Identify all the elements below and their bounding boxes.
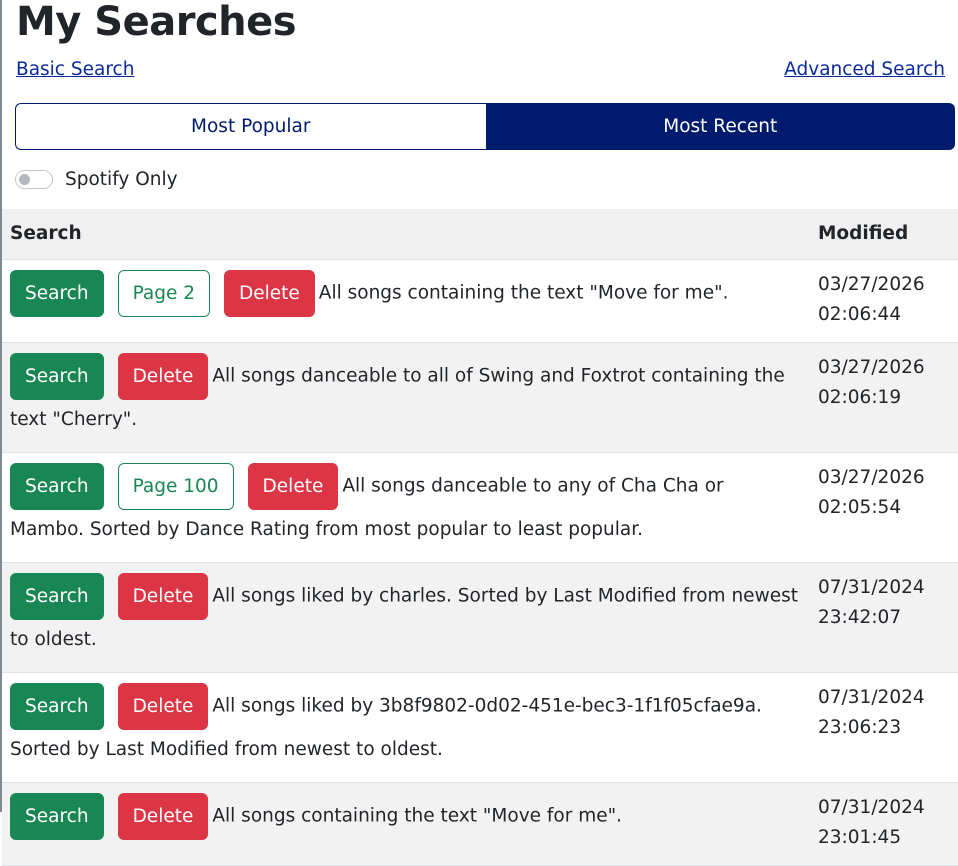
run-search-button[interactable]: Search (10, 269, 104, 317)
run-search-button[interactable]: Search (10, 792, 104, 840)
table-row: Search Page 100 Delete All songs danceable … (2, 452, 958, 563)
modified-time: 02:05:54 (818, 496, 902, 518)
modified-date: 03/27/2026 (818, 356, 925, 378)
search-cell: Search Delete All songs containing the tex… (2, 782, 810, 866)
modified-time: 02:06:44 (818, 303, 902, 325)
modified-date: 03/27/2026 (818, 273, 925, 295)
modified-time: 23:01:45 (818, 826, 902, 848)
modified-time: 02:06:19 (818, 386, 902, 408)
spotify-only-switch[interactable] (15, 169, 53, 189)
search-description: All songs containing the text "Move for … (318, 282, 729, 303)
table-row: Search Delete All songs danceable to all o… (2, 342, 958, 453)
modified-date: 07/31/2024 (818, 576, 925, 598)
delete-button[interactable]: Delete (117, 792, 209, 840)
delete-button[interactable]: Delete (117, 352, 209, 400)
modified-time: 23:42:07 (818, 606, 902, 628)
delete-button[interactable]: Delete (247, 462, 339, 510)
column-header-search: Search (2, 209, 810, 260)
run-search-button[interactable]: Search (10, 462, 104, 510)
spotify-only-filter: Spotify Only (15, 166, 178, 192)
page-title: My Searches (16, 0, 297, 45)
table-header-row: Search Modified (2, 209, 958, 260)
modified-cell: 07/31/2024 23:01:45 (810, 782, 958, 866)
basic-search-link[interactable]: Basic Search (16, 57, 134, 83)
advanced-search-link[interactable]: Advanced Search (784, 57, 945, 83)
page-button[interactable]: Page 100 (117, 462, 234, 510)
most-recent-tab[interactable]: Most Recent (485, 103, 955, 150)
search-cell: Search Page 100 Delete All songs danceable … (2, 452, 810, 563)
delete-button[interactable]: Delete (117, 572, 209, 620)
search-cell: Search Delete All songs liked by charles. … (2, 562, 810, 673)
search-description: All songs containing the text "Move for … (212, 805, 623, 826)
search-cell: Search Page 2 Delete All songs containing t… (2, 259, 810, 343)
page-button[interactable]: Page 2 (117, 269, 210, 317)
modified-cell: 03/27/2026 02:06:19 (810, 342, 958, 453)
table-row: Search Delete All songs containing the tex… (2, 782, 958, 866)
search-cell: Search Delete All songs danceable to all o… (2, 342, 810, 453)
table-row: Search Delete All songs liked by 3b8f9802-… (2, 672, 958, 783)
table-row: Search Delete All songs liked by charles. … (2, 562, 958, 673)
column-header-modified: Modified (810, 209, 958, 260)
table-row: Search Page 2 Delete All songs containing t… (2, 259, 958, 343)
modified-cell: 07/31/2024 23:06:23 (810, 672, 958, 783)
modified-date: 03/27/2026 (818, 466, 925, 488)
most-popular-tab[interactable]: Most Popular (15, 103, 486, 150)
run-search-button[interactable]: Search (10, 352, 104, 400)
modified-cell: 03/27/2026 02:05:54 (810, 452, 958, 563)
run-search-button[interactable]: Search (10, 682, 104, 730)
search-cell: Search Delete All songs liked by 3b8f9802-… (2, 672, 810, 783)
modified-time: 23:06:23 (818, 716, 902, 738)
switch-knob (19, 173, 30, 185)
spotify-only-label: Spotify Only (65, 168, 178, 190)
run-search-button[interactable]: Search (10, 572, 104, 620)
searches-table: Search Modified Search Page 2 Delete All so… (2, 209, 958, 866)
table-body: Search Page 2 Delete All songs containing t… (2, 259, 958, 866)
modified-cell: 03/27/2026 02:06:44 (810, 259, 958, 343)
delete-button[interactable]: Delete (117, 682, 209, 730)
sort-toggle-group: Most Popular Most Recent (15, 103, 955, 150)
modified-date: 07/31/2024 (818, 686, 925, 708)
delete-button[interactable]: Delete (224, 269, 315, 317)
modified-cell: 07/31/2024 23:42:07 (810, 562, 958, 673)
modified-date: 07/31/2024 (818, 796, 925, 818)
